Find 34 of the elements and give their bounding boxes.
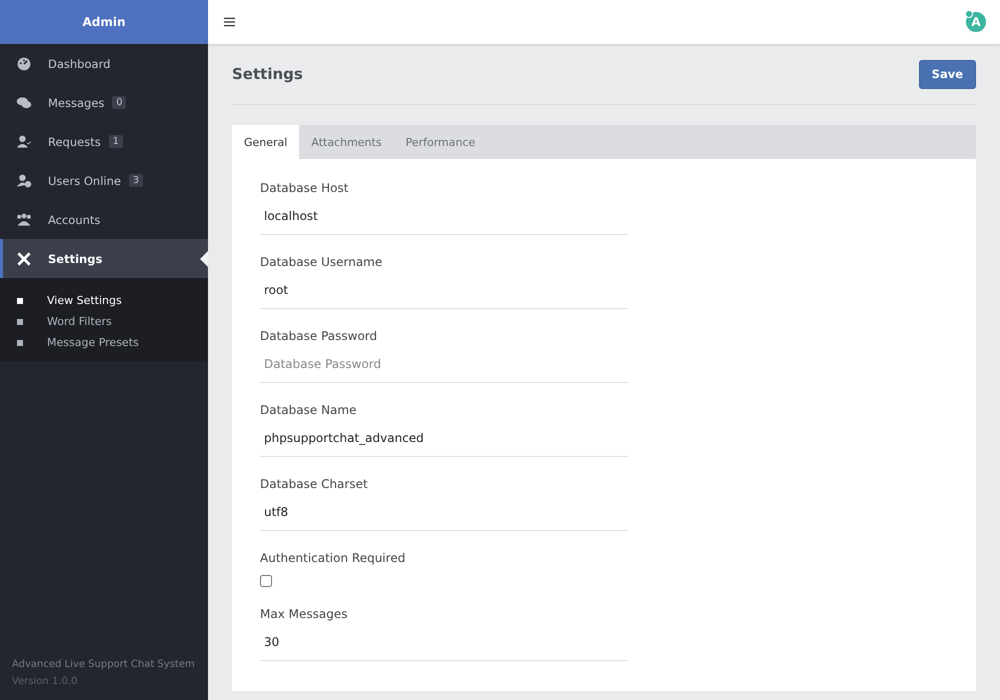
nav-item[interactable]: Accounts <box>0 200 208 239</box>
field-label: Database Name <box>260 403 358 417</box>
field-label: Database Password <box>260 329 378 343</box>
count-badge: 3 <box>128 174 143 187</box>
save-button[interactable]: Save <box>918 60 976 88</box>
brand-title: Admin <box>82 15 126 29</box>
count-badge: 0 <box>112 96 126 109</box>
field-label: Authentication Required <box>260 551 406 565</box>
dashboard-icon <box>16 56 32 72</box>
chat-icon <box>16 94 32 110</box>
page-title: Settings <box>232 65 303 83</box>
tab[interactable]: General <box>232 125 300 159</box>
version-text: Version 1.0.0 <box>12 675 78 689</box>
menu-icon[interactable] <box>224 17 235 27</box>
users-icon <box>16 212 32 228</box>
nav-item[interactable]: Users Online 3 <box>0 161 208 200</box>
field-label: Database Username <box>260 255 384 269</box>
tab[interactable]: Attachments <box>299 125 394 159</box>
field-label: Database Host <box>260 181 350 195</box>
submenu-item[interactable]: View Settings <box>0 290 208 311</box>
nav-item[interactable]: Messages 0 <box>0 83 208 122</box>
submenu-item[interactable]: Word Filters <box>0 311 208 332</box>
nav-item[interactable]: Settings <box>0 239 208 278</box>
user-check-icon <box>16 134 32 150</box>
submenu-item[interactable]: Message Presets <box>0 332 208 353</box>
product-name: Advanced Live Support Chat System <box>12 658 196 672</box>
field-label: Database Charset <box>260 477 369 491</box>
status-dot-icon <box>965 10 973 18</box>
count-badge: 1 <box>108 135 123 148</box>
nav-item[interactable]: Requests 1 <box>0 122 208 161</box>
tab[interactable]: Performance <box>394 125 488 159</box>
nav-item[interactable]: Dashboard <box>0 44 208 83</box>
field-label: Max Messages <box>260 607 348 621</box>
checkbox[interactable] <box>260 575 272 587</box>
